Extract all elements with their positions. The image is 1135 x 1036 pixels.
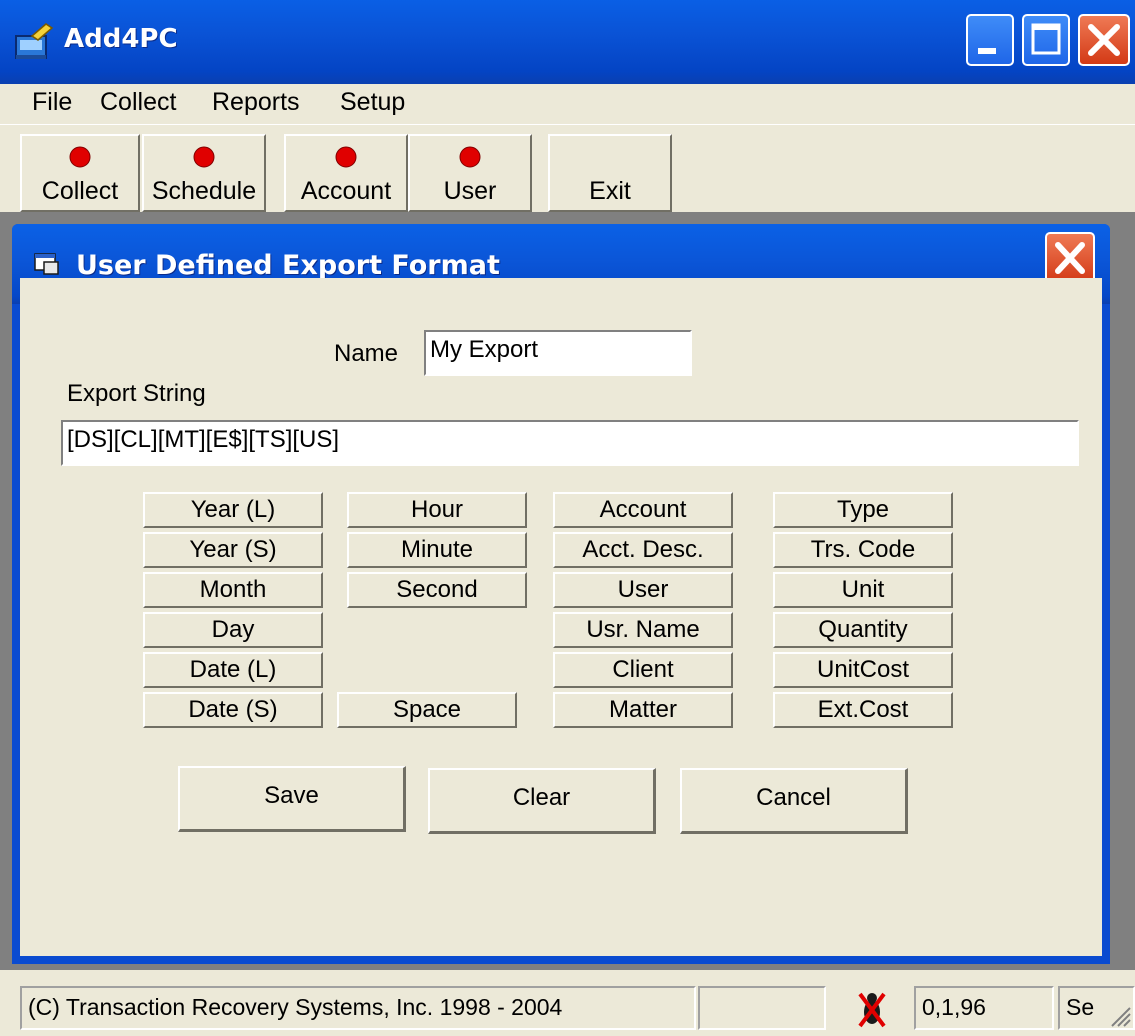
main-title-bar: Add4PC [0,0,1135,84]
collect-toolbar-label: Collect [41,177,119,205]
token-client-button[interactable]: Client [553,652,733,688]
maximize-icon [1031,23,1061,55]
maximize-button[interactable] [1022,14,1070,66]
token-extcost-button[interactable]: Ext.Cost [773,692,953,728]
resize-grip-icon[interactable] [1108,1004,1132,1028]
export-string-input[interactable]: [DS][CL][MT][E$][TS][US] [61,420,1079,466]
token-account-button[interactable]: Account [553,492,733,528]
status-version: 0,1,96 [914,986,1054,1030]
token-matter-button[interactable]: Matter [553,692,733,728]
token-minute-button[interactable]: Minute [347,532,527,568]
token-trs-code-button[interactable]: Trs. Code [773,532,953,568]
token-acct-desc-button[interactable]: Acct. Desc. [553,532,733,568]
token-unitcost-button[interactable]: UnitCost [773,652,953,688]
user-toolbar-button[interactable]: User [408,134,532,212]
dialog-title: User Defined Export Format [76,250,500,281]
token-unit-button[interactable]: Unit [773,572,953,608]
menu-bar: File Collect Reports Setup [0,84,1135,125]
close-icon [1088,24,1120,56]
status-dot-icon [69,146,91,168]
app-title: Add4PC [64,24,178,54]
toolbar: Collect Schedule Account User Exit [0,126,1135,212]
close-button[interactable] [1078,14,1130,66]
token-date-long-button[interactable]: Date (L) [143,652,323,688]
close-icon [1055,242,1085,274]
token-year-short-button[interactable]: Year (S) [143,532,323,568]
exit-toolbar-button[interactable]: Exit [548,134,672,212]
status-empty-panel [698,986,826,1030]
token-month-button[interactable]: Month [143,572,323,608]
minimize-icon [978,48,996,54]
export-string-label: Export String [67,380,206,407]
token-hour-button[interactable]: Hour [347,492,527,528]
name-input[interactable]: My Export [424,330,692,376]
menu-reports[interactable]: Reports [210,88,302,117]
token-quantity-button[interactable]: Quantity [773,612,953,648]
token-type-button[interactable]: Type [773,492,953,528]
dialog-window-icon [34,253,59,275]
collect-toolbar-button[interactable]: Collect [20,134,140,212]
menu-collect[interactable]: Collect [98,88,178,117]
minimize-button[interactable] [966,14,1014,66]
clear-button[interactable]: Clear [428,768,656,834]
status-dot-icon [459,146,481,168]
token-year-long-button[interactable]: Year (L) [143,492,323,528]
bug-status-icon [858,992,886,1028]
save-button[interactable]: Save [178,766,406,832]
token-user-button[interactable]: User [553,572,733,608]
account-toolbar-button[interactable]: Account [284,134,408,212]
exit-toolbar-label: Exit [589,177,631,205]
status-copyright: (C) Transaction Recovery Systems, Inc. 1… [20,986,696,1030]
token-day-button[interactable]: Day [143,612,323,648]
dialog-body: Name My Export Export String [DS][CL][MT… [20,278,1102,956]
status-dot-icon [193,146,215,168]
cancel-button[interactable]: Cancel [680,768,908,834]
token-date-short-button[interactable]: Date (S) [143,692,323,728]
schedule-toolbar-label: Schedule [151,177,257,205]
app-icon [15,23,54,59]
token-space-button[interactable]: Space [337,692,517,728]
account-toolbar-label: Account [300,177,392,205]
token-usr-name-button[interactable]: Usr. Name [553,612,733,648]
name-label: Name [334,340,399,367]
status-bar: (C) Transaction Recovery Systems, Inc. 1… [0,974,1135,1036]
dialog-close-button[interactable] [1045,232,1095,284]
schedule-toolbar-button[interactable]: Schedule [142,134,266,212]
status-dot-icon [335,146,357,168]
menu-file[interactable]: File [30,88,74,117]
menu-setup[interactable]: Setup [338,88,407,117]
export-format-dialog: User Defined Export Format Name My Expor… [12,224,1110,964]
token-second-button[interactable]: Second [347,572,527,608]
user-toolbar-label: User [443,177,497,205]
